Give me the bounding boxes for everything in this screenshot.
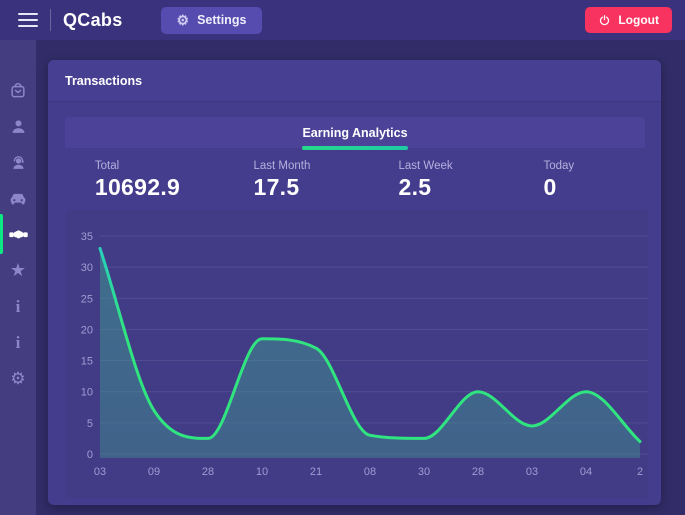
sidebar-item-riders[interactable] — [0, 108, 36, 144]
y-tick-label: 15 — [81, 356, 93, 368]
x-tick-label: 30 — [418, 466, 430, 478]
info-icon: i — [15, 296, 21, 316]
navbar-divider — [50, 9, 51, 31]
card-header: Transactions — [48, 60, 661, 102]
gear-icon: ⚙ — [176, 11, 190, 28]
stat-label: Total — [94, 159, 120, 172]
stats-row: Total 10692.9 Last Month 17.5 Last Week 2.5 To… — [65, 152, 645, 208]
y-tick-label: 35 — [81, 231, 93, 243]
x-tick-label: 2 — [637, 466, 643, 478]
settings-button[interactable]: ⚙ Settings — [160, 6, 263, 34]
gear-icon: ⚙ — [10, 368, 26, 388]
analytics-tabstrip: Earning Analytics — [65, 117, 645, 150]
earnings-area-chart: 0 5 10 15 20 25 30 35 03 09 28 10 21 08 30 28 03 04 2 — [65, 210, 648, 498]
y-tick-label: 20 — [81, 324, 93, 336]
sidebar-nav: ★ i i ⚙ — [0, 40, 36, 515]
sidebar-item-vehicles[interactable] — [0, 180, 36, 216]
stat-label: Last Week — [398, 159, 453, 172]
x-tick-label: 09 — [148, 466, 160, 478]
y-tick-label: 25 — [81, 293, 93, 305]
y-tick-label: 0 — [87, 449, 93, 461]
transactions-card: Transactions Earning Analytics Total 1069… — [48, 60, 661, 505]
power-icon — [600, 14, 610, 25]
support-agent-icon — [12, 155, 24, 169]
sidebar-item-drivers[interactable] — [0, 144, 36, 180]
stat-value: 0 — [543, 173, 557, 200]
area-fill — [100, 248, 640, 458]
stat-last-week: Last Week 2.5 — [355, 152, 500, 208]
active-indicator — [0, 214, 3, 254]
sidebar-item-info-1[interactable]: i — [0, 288, 36, 324]
stat-today: Today 0 — [500, 152, 645, 208]
x-tick-label: 10 — [256, 466, 268, 478]
tab-label: Earning Analytics — [302, 125, 408, 140]
stat-last-month: Last Month 17.5 — [210, 152, 355, 208]
chart-svg: 0 5 10 15 20 25 30 35 03 09 28 10 21 08 30 28 03 04 2 — [81, 231, 648, 478]
y-tick-label: 30 — [81, 262, 93, 274]
x-tick-label: 03 — [526, 466, 538, 478]
user-icon — [12, 119, 24, 133]
stat-value: 10692.9 — [94, 173, 181, 200]
page-title: Transactions — [65, 73, 143, 88]
sidebar-item-ratings[interactable]: ★ — [0, 252, 36, 288]
x-tick-label: 04 — [580, 466, 592, 478]
brand-logo: QCabs — [63, 9, 123, 30]
info-icon: i — [15, 332, 21, 352]
x-tick-label: 08 — [364, 466, 376, 478]
sidebar-item-settings[interactable]: ⚙ — [0, 360, 36, 396]
stat-value: 17.5 — [253, 173, 300, 200]
stat-value: 2.5 — [398, 173, 432, 200]
x-tick-label: 28 — [472, 466, 484, 478]
y-tick-label: 5 — [87, 418, 93, 430]
stat-label: Last Month — [253, 159, 311, 172]
car-icon — [10, 193, 26, 205]
logout-button[interactable]: Logout — [585, 7, 672, 33]
tab-earning-analytics[interactable]: Earning Analytics — [302, 117, 408, 150]
top-navbar: QCabs ⚙ Settings Logout — [0, 0, 685, 40]
x-tick-label: 03 — [94, 466, 106, 478]
active-tab-underline — [302, 146, 408, 150]
sidebar-item-info-2[interactable]: i — [0, 324, 36, 360]
menu-icon[interactable] — [18, 13, 38, 27]
stat-total: Total 10692.9 — [65, 152, 210, 208]
sidebar-item-transactions[interactable] — [0, 214, 36, 254]
y-tick-label: 10 — [81, 387, 93, 399]
settings-label: Settings — [197, 13, 247, 27]
shopping-bag-icon — [11, 83, 25, 98]
handshake-icon — [8, 229, 28, 238]
star-icon: ★ — [9, 260, 27, 280]
logout-label: Logout — [618, 13, 659, 27]
x-tick-label: 28 — [202, 466, 214, 478]
x-tick-label: 21 — [310, 466, 322, 478]
sidebar-item-orders[interactable] — [0, 72, 36, 108]
stat-label: Today — [543, 159, 575, 172]
